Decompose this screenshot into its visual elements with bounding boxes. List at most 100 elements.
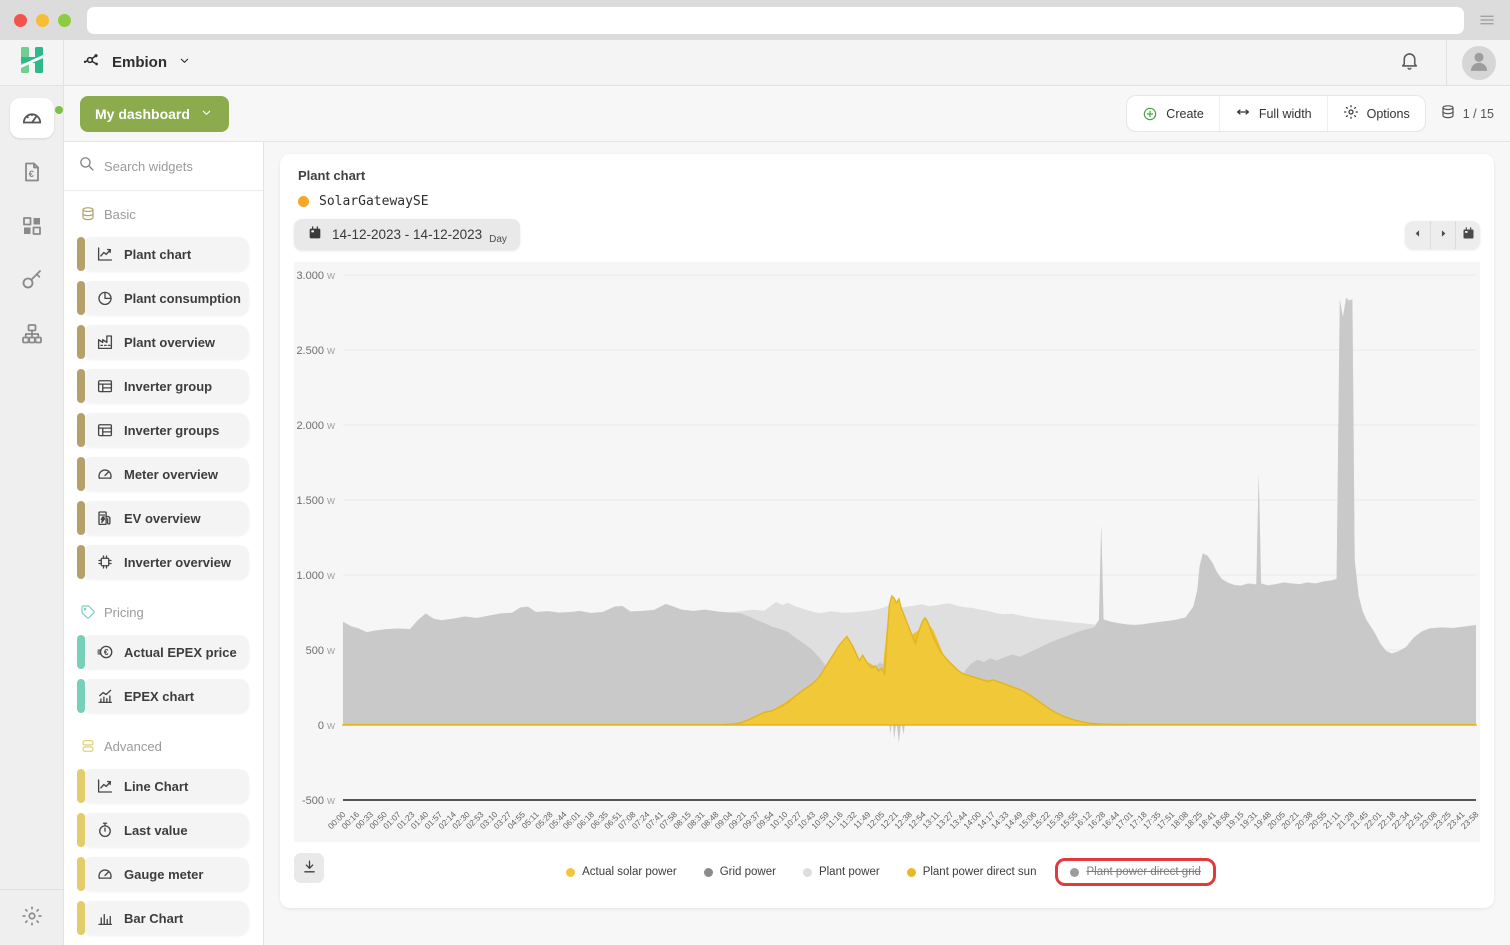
stack-icon — [80, 738, 96, 754]
date-nav-group — [1405, 221, 1480, 249]
range-mode-label: Day — [489, 234, 507, 245]
widget-item-plant-overview[interactable]: Plant overview — [82, 325, 249, 359]
stack-icon — [80, 738, 96, 754]
chartline-icon — [96, 245, 114, 263]
legend-item-plant-power-direct-sun[interactable]: Plant power direct sun — [907, 866, 1037, 878]
svg-text:3.000W: 3.000W — [296, 270, 335, 282]
notifications-button[interactable] — [1373, 40, 1446, 85]
area-chart: 3.000W2.500W2.000W1.500W1.000W500W0W-500… — [294, 258, 1480, 844]
gauge-icon — [96, 865, 114, 883]
rail-item-structure[interactable] — [10, 314, 54, 354]
legend-item-plant-power[interactable]: Plant power — [803, 866, 880, 878]
legend-dot — [1070, 868, 1079, 877]
org-name: Embion — [112, 54, 167, 71]
layers-icon — [1440, 104, 1456, 123]
calendar-picker-button[interactable] — [1455, 221, 1480, 249]
close-window-button[interactable] — [14, 14, 27, 27]
next-period-button[interactable] — [1430, 221, 1455, 249]
url-bar[interactable] — [87, 7, 1464, 34]
user-menu[interactable] — [1446, 40, 1510, 85]
full-width-label: Full width — [1259, 107, 1312, 121]
prev-period-button[interactable] — [1405, 221, 1430, 249]
dashboard-toolbar: My dashboard Create Full width Options 1… — [64, 86, 1510, 142]
widget-counter: 1 / 15 — [1440, 104, 1494, 123]
widget-item-inverter-group[interactable]: Inverter group — [82, 369, 249, 403]
widget-item-label: Inverter group — [124, 379, 212, 394]
widget-item-ev-overview[interactable]: EV overview — [82, 501, 249, 535]
org-switcher[interactable]: Embion — [64, 40, 192, 85]
chartline-icon — [96, 777, 114, 795]
widget-title: Plant chart — [294, 168, 1480, 183]
svg-text:2.000W: 2.000W — [296, 420, 335, 432]
rail-item-widgets[interactable] — [10, 206, 54, 246]
accent-bar — [77, 325, 85, 359]
widget-item-label: Plant chart — [124, 247, 191, 262]
table-icon — [96, 377, 114, 395]
widget-item-actual-epex-price[interactable]: €Actual EPEX price — [82, 635, 249, 669]
legend-item-plant-power-direct-grid[interactable]: Plant power direct grid — [1055, 858, 1215, 886]
download-button[interactable] — [294, 853, 324, 883]
rail-item-access-keys[interactable] — [10, 260, 54, 300]
rail-item-settings[interactable] — [0, 889, 63, 945]
section-label: Pricing — [104, 605, 144, 620]
widget-item-last-value[interactable]: Last value — [82, 813, 249, 847]
widget-section-basic: Basic — [64, 191, 263, 227]
widget-item-label: Plant overview — [124, 335, 215, 350]
molecule-icon — [82, 50, 102, 75]
arrow-right-icon — [1436, 226, 1451, 244]
chevron-down-icon — [177, 53, 192, 73]
arrow-left-icon — [1410, 226, 1425, 244]
minimize-window-button[interactable] — [36, 14, 49, 27]
widget-item-epex-chart[interactable]: EPEX chart — [82, 679, 249, 713]
zoom-window-button[interactable] — [58, 14, 71, 27]
calsolid-icon — [307, 225, 323, 241]
widget-item-inverter-overview[interactable]: Inverter overview — [82, 545, 249, 579]
tag-icon — [80, 604, 96, 620]
chart-plot-area[interactable]: 3.000W2.500W2.000W1.500W1.000W500W0W-500… — [294, 258, 1480, 849]
date-range-button[interactable]: 14-12-2023 - 14-12-2023 Day — [294, 219, 520, 250]
rail-item-billing[interactable]: € — [10, 152, 54, 192]
burger-icon — [1478, 11, 1496, 29]
person-icon — [1466, 47, 1492, 78]
widget-item-inverter-groups[interactable]: Inverter groups — [82, 413, 249, 447]
pie-icon — [96, 289, 114, 307]
section-label: Basic — [104, 207, 136, 222]
widget-item-plant-consumption[interactable]: Plant consumption — [82, 281, 249, 315]
svg-text:€: € — [104, 648, 109, 657]
accent-bar — [77, 769, 85, 803]
legend-item-grid-power[interactable]: Grid power — [704, 866, 776, 878]
legend-item-actual-solar-power[interactable]: Actual solar power — [566, 866, 677, 878]
svg-text:-500W: -500W — [302, 795, 335, 807]
rail-item-dashboards[interactable] — [10, 98, 54, 138]
legend-dot — [907, 868, 916, 877]
widget-item-label: Inverter groups — [124, 423, 219, 438]
widget-search — [64, 142, 263, 191]
legend-label: Plant power direct grid — [1086, 866, 1200, 878]
widget-item-plant-chart[interactable]: Plant chart — [82, 237, 249, 271]
widget-item-label: Plant consumption — [124, 291, 241, 306]
gauge-icon — [96, 465, 114, 483]
full-width-button[interactable]: Full width — [1219, 96, 1327, 131]
app-logo[interactable] — [0, 40, 64, 85]
download-icon — [301, 858, 318, 878]
accent-bar — [77, 813, 85, 847]
legend-label: Plant power direct sun — [923, 866, 1037, 878]
browser-menu-icon[interactable] — [1478, 11, 1496, 29]
accent-bar — [77, 679, 85, 713]
widget-item-label: EPEX chart — [124, 689, 194, 704]
options-button[interactable]: Options — [1327, 96, 1425, 131]
legend-label: Plant power — [819, 866, 880, 878]
legend-dot — [566, 868, 575, 877]
widget-item-label: Line Chart — [124, 779, 188, 794]
db-icon — [80, 206, 96, 222]
create-button[interactable]: Create — [1127, 96, 1219, 131]
create-label: Create — [1166, 107, 1204, 121]
accent-bar — [77, 281, 85, 315]
widget-item-meter-overview[interactable]: Meter overview — [82, 457, 249, 491]
widget-item-gauge-meter[interactable]: Gauge meter — [82, 857, 249, 891]
widget-item-bar-chart[interactable]: Bar Chart — [82, 901, 249, 935]
accent-bar — [77, 545, 85, 579]
dashboard-selector-button[interactable]: My dashboard — [80, 96, 229, 132]
widget-item-line-chart[interactable]: Line Chart — [82, 769, 249, 803]
search-input[interactable] — [104, 159, 249, 174]
